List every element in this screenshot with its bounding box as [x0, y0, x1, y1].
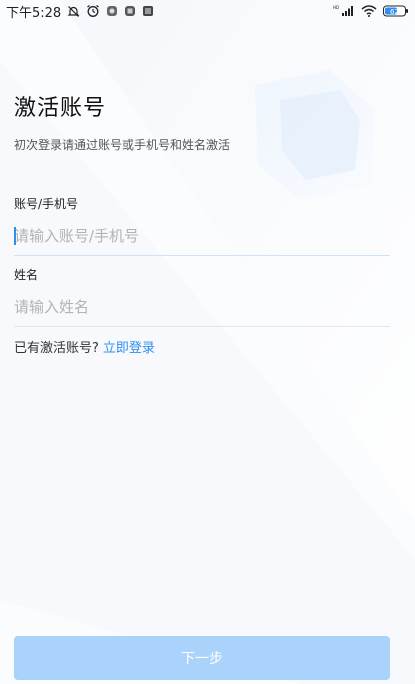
login-prompt-text: 已有激活账号? — [14, 341, 99, 356]
name-input-wrapper — [14, 297, 390, 327]
wifi-icon — [361, 5, 377, 17]
name-input[interactable] — [14, 298, 390, 316]
next-button[interactable]: 下一步 — [14, 636, 390, 680]
alarm-clock-icon — [86, 4, 100, 18]
status-bar: 下午5:28 HD 62 — [0, 0, 415, 22]
app-notification-icon — [106, 5, 118, 17]
status-right: HD 62 — [333, 5, 409, 17]
name-field-label: 姓名 — [14, 268, 39, 282]
app-notification-icon — [124, 5, 136, 17]
signal-icon: HD — [333, 5, 355, 17]
login-now-link[interactable]: 立即登录 — [103, 341, 155, 356]
login-prompt: 已有激活账号? 立即登录 — [14, 337, 155, 356]
account-input[interactable] — [14, 227, 390, 245]
status-time: 下午5:28 — [6, 5, 62, 21]
account-field-label: 账号/手机号 — [14, 197, 79, 211]
status-left: 下午5:28 — [6, 2, 154, 21]
account-field: 账号/手机号 — [14, 195, 390, 256]
page-subtitle: 初次登录请通过账号或手机号和姓名激活 — [14, 138, 231, 152]
battery-icon: 62 — [383, 5, 409, 17]
svg-text:62: 62 — [390, 8, 399, 16]
mute-bell-icon — [67, 5, 80, 18]
header-section: 激活账号 初次登录请通过账号或手机号和姓名激活 — [14, 90, 390, 153]
text-cursor — [14, 227, 16, 245]
svg-text:HD: HD — [333, 5, 339, 10]
app-notification-icon — [142, 5, 154, 17]
page-title: 激活账号 — [14, 96, 107, 121]
name-field: 姓名 — [14, 266, 390, 327]
account-input-wrapper — [14, 226, 390, 256]
